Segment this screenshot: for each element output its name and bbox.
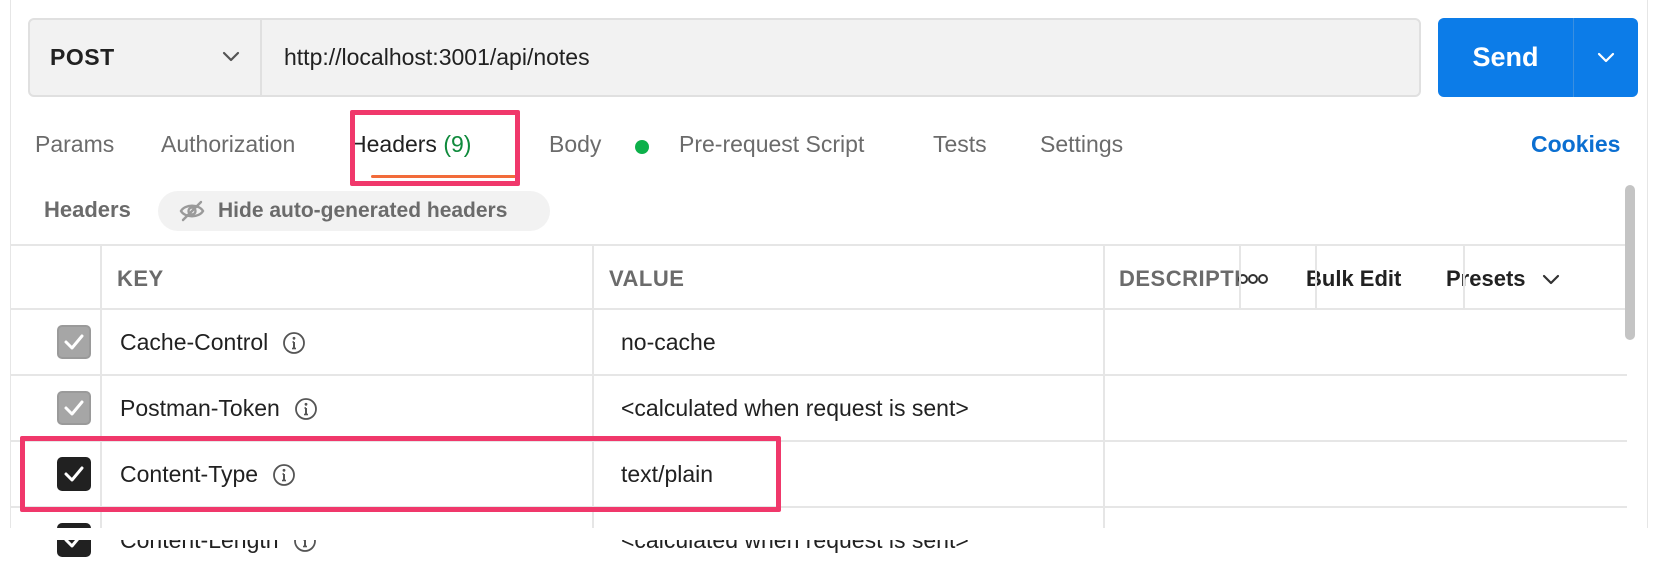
column-header-description: DESCRIPTION <box>1119 266 1239 291</box>
column-divider <box>1315 244 1317 310</box>
column-header-key: KEY <box>117 266 164 291</box>
checkmark-icon <box>64 400 84 416</box>
header-key-cell[interactable]: Cache-Control <box>120 329 306 356</box>
column-header-value: VALUE <box>609 266 685 291</box>
tab-body[interactable]: Body <box>549 131 601 158</box>
tab-highlight-annotation <box>350 110 520 186</box>
header-value-cell[interactable]: <calculated when request is sent> <box>621 395 969 422</box>
tab-pre-request-script[interactable]: Pre-request Script <box>679 131 864 158</box>
body-status-dot-icon <box>635 140 649 154</box>
send-button[interactable]: Send <box>1438 18 1574 97</box>
tab-params[interactable]: Params <box>35 131 114 158</box>
chevron-down-icon <box>222 51 240 62</box>
tab-authorization[interactable]: Authorization <box>161 131 295 158</box>
table-header-row: KEY VALUE DESCRIPTION Bulk Edit Presets <box>11 244 1627 310</box>
header-key-cell[interactable]: Postman-Token <box>120 395 318 422</box>
checkmark-icon <box>64 334 84 350</box>
column-divider <box>1103 244 1105 540</box>
headers-section-title: Headers <box>44 197 131 222</box>
method-label: POST <box>50 44 115 70</box>
bottom-edge <box>0 528 1658 540</box>
scrollbar-thumb[interactable] <box>1625 185 1635 340</box>
hide-auto-generated-headers-button[interactable]: Hide auto-generated headers <box>158 191 550 231</box>
table-row: Postman-Token <calculated when request i… <box>11 376 1627 442</box>
eye-off-icon <box>179 200 205 222</box>
bulk-edit-button[interactable]: Bulk Edit <box>1306 266 1401 292</box>
chevron-down-icon <box>1597 52 1615 62</box>
info-icon[interactable] <box>294 397 318 421</box>
send-button-group: Send <box>1438 18 1638 97</box>
method-select[interactable]: POST <box>30 20 262 95</box>
more-options-button[interactable] <box>1222 264 1284 294</box>
row-checkbox[interactable] <box>57 325 91 359</box>
send-options-button[interactable] <box>1574 18 1638 97</box>
header-key-text: Postman-Token <box>120 395 280 421</box>
column-divider <box>1463 244 1465 310</box>
row-checkbox[interactable] <box>57 391 91 425</box>
info-icon[interactable] <box>282 331 306 355</box>
presets-label: Presets <box>1446 266 1526 291</box>
tab-tests[interactable]: Tests <box>933 131 987 158</box>
url-input[interactable]: http://localhost:3001/api/notes <box>262 20 1419 95</box>
row-highlight-annotation <box>20 436 781 512</box>
tab-settings[interactable]: Settings <box>1040 131 1123 158</box>
cookies-link[interactable]: Cookies <box>1531 131 1620 158</box>
column-divider <box>1239 244 1241 310</box>
more-horizontal-icon <box>1238 274 1268 284</box>
header-value-cell[interactable]: no-cache <box>621 329 716 356</box>
request-url-bar: POST http://localhost:3001/api/notes <box>28 18 1421 97</box>
header-key-text: Cache-Control <box>120 329 269 355</box>
table-row: Cache-Control no-cache <box>11 310 1627 376</box>
table-row: Content-Length <calculated when request … <box>11 508 1627 574</box>
hide-auto-generated-headers-label: Hide auto-generated headers <box>218 199 508 222</box>
chevron-down-icon <box>1542 274 1559 285</box>
